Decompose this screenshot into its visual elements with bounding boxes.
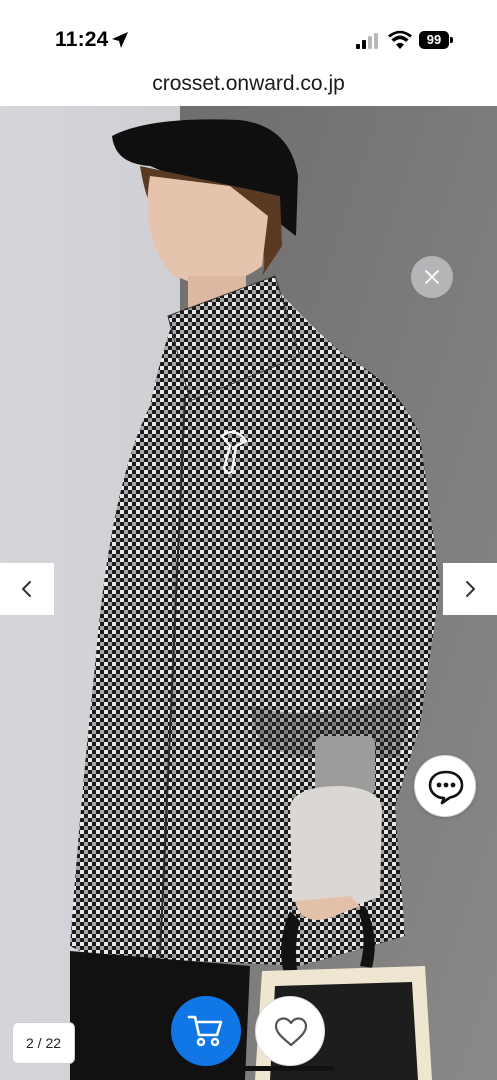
add-to-cart-button[interactable] <box>171 996 241 1066</box>
home-indicator[interactable] <box>163 1066 335 1071</box>
close-button[interactable] <box>411 256 453 298</box>
photo-viewer <box>0 106 497 1080</box>
next-image-button[interactable] <box>443 563 497 615</box>
battery-level: 99 <box>419 31 449 49</box>
battery-indicator: 99 <box>419 31 453 49</box>
address-bar[interactable]: crosset.onward.co.jp <box>0 62 497 106</box>
chevron-right-icon <box>466 581 475 597</box>
battery-tip <box>450 37 453 43</box>
product-photo[interactable] <box>0 106 497 1080</box>
status-time: 11:24 <box>55 28 109 51</box>
wifi-icon <box>388 30 412 49</box>
chevron-left-icon <box>22 581 31 597</box>
location-arrow-icon <box>112 32 128 48</box>
image-counter: 2 / 22 <box>12 1022 75 1064</box>
cellular-signal-icon <box>356 33 378 49</box>
cart-icon <box>187 1015 223 1047</box>
heart-icon <box>274 1017 308 1047</box>
close-icon <box>425 270 439 284</box>
chat-button[interactable] <box>414 755 476 817</box>
chat-bubble-icon <box>428 770 464 805</box>
previous-image-button[interactable] <box>0 563 54 615</box>
favorite-button[interactable] <box>255 996 325 1066</box>
